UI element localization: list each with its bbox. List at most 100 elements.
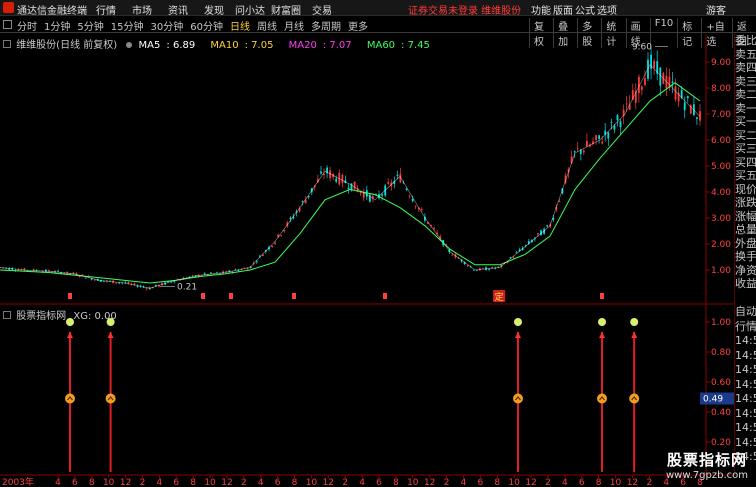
candle-body bbox=[289, 217, 292, 220]
x-tick-label: 8 bbox=[494, 478, 500, 487]
candle-body bbox=[191, 275, 194, 277]
signal-top-dot-icon bbox=[598, 318, 606, 326]
x-tick-label: 8 bbox=[292, 478, 298, 487]
indicator-tick-label: 0.20 bbox=[711, 438, 731, 448]
event-marker bbox=[292, 293, 296, 299]
candle-body bbox=[595, 135, 597, 140]
candle-body bbox=[115, 282, 118, 284]
signal-mid-dot-icon bbox=[629, 393, 640, 404]
candle-body bbox=[381, 194, 383, 196]
signal-arrow-icon bbox=[107, 332, 114, 338]
tick-row-3: 14:50 bbox=[735, 348, 756, 362]
x-tick-label: 6 bbox=[478, 478, 484, 487]
candle-body bbox=[271, 245, 273, 247]
x-tick-label: 6 bbox=[72, 478, 78, 487]
price-tick-label: 2.00 bbox=[711, 240, 731, 250]
quote-row-2: 卖四 bbox=[735, 61, 756, 74]
x-tick-label: 4 bbox=[461, 478, 467, 487]
candle-body bbox=[173, 281, 176, 283]
quote-row-0: 委比 bbox=[735, 34, 756, 47]
x-tick-label: 12 bbox=[525, 478, 536, 487]
quote-row-8: 买三 bbox=[735, 142, 756, 155]
candle-body bbox=[414, 205, 417, 207]
quote-row-11: 现价 bbox=[735, 182, 756, 196]
candle-body bbox=[93, 279, 96, 281]
x-tick-label: 10 bbox=[306, 478, 318, 487]
x-tick-label: 2 bbox=[140, 478, 146, 487]
x-tick-label: 2 bbox=[545, 478, 551, 487]
quote-row-17: 净资 bbox=[735, 263, 756, 277]
candle-body bbox=[341, 175, 344, 184]
tick-row-8: 14:50 bbox=[735, 421, 756, 434]
price-tick-label: 5.00 bbox=[711, 162, 731, 172]
tick-row-4: 14:50 bbox=[735, 363, 756, 376]
signal-top-dot-icon bbox=[106, 318, 115, 326]
candle-body bbox=[683, 102, 686, 111]
x-tick-label: 6 bbox=[275, 478, 281, 487]
x-tick-label: 2 bbox=[241, 478, 247, 487]
indicator-tick-label: 1.00 bbox=[711, 318, 731, 328]
candle-body bbox=[353, 181, 356, 190]
candle-body bbox=[582, 150, 585, 153]
signal-mid-dot-icon bbox=[597, 393, 607, 404]
indicator-tick-label: 0.40 bbox=[711, 408, 731, 418]
ma60-line bbox=[0, 82, 701, 284]
tick-row-2: 14:50 bbox=[735, 334, 756, 347]
candle-body bbox=[476, 270, 478, 271]
quote-row-5: 卖一 bbox=[735, 101, 756, 115]
signal-top-dot-icon bbox=[66, 318, 74, 326]
tick-row-1: 行情 bbox=[735, 319, 756, 333]
signal-top-dot-icon bbox=[514, 318, 522, 326]
candle-body bbox=[396, 174, 399, 176]
chart-canvas[interactable]: 9.00 8.00 7.00 6.00 5.00 4.00 3.00 2.00 1.00 1.0… bbox=[0, 0, 756, 487]
price-axis: 9.00 8.00 7.00 6.00 5.00 4.00 3.00 2.00 1.00 bbox=[706, 58, 731, 276]
candle-body bbox=[610, 121, 613, 123]
signal-arrow-icon bbox=[515, 332, 521, 338]
quote-row-13: 涨幅 bbox=[735, 209, 756, 223]
candle-body bbox=[644, 78, 646, 86]
quote-row-1: 卖五 bbox=[735, 47, 756, 61]
signal-mid-dot-icon bbox=[65, 393, 75, 404]
event-marker bbox=[600, 293, 604, 299]
x-tick-label: 4 bbox=[157, 478, 163, 487]
event-marker bbox=[383, 293, 387, 299]
x-tick-label: 6 bbox=[376, 478, 382, 487]
candle-body bbox=[433, 227, 435, 229]
price-tick-label: 9.00 bbox=[711, 58, 731, 68]
event-marker bbox=[229, 293, 233, 299]
quote-row-12: 涨跌 bbox=[735, 196, 756, 209]
x-tick-label: 12 bbox=[424, 478, 435, 487]
candle-body bbox=[671, 81, 674, 83]
candle-body bbox=[674, 86, 677, 100]
x-axis-start-label: 2003年 bbox=[2, 476, 34, 487]
quote-row-16: 换手 bbox=[735, 250, 756, 263]
price-tick-label: 3.00 bbox=[711, 214, 731, 224]
candle-body bbox=[686, 96, 689, 99]
signal-top-dot-icon bbox=[630, 318, 639, 326]
event-markers: 9.60 0.21 定 bbox=[68, 42, 668, 303]
indicator-current-value: 0.49 bbox=[703, 395, 723, 405]
candle-body bbox=[84, 277, 87, 279]
signal-bars bbox=[65, 318, 640, 472]
x-tick-label: 12 bbox=[120, 478, 131, 487]
candle-body bbox=[387, 182, 390, 184]
high-annotation-label: 9.60 bbox=[632, 42, 652, 52]
candle-body bbox=[607, 132, 610, 139]
candle-body bbox=[601, 141, 604, 144]
event-marker bbox=[201, 293, 205, 299]
event-marker bbox=[68, 293, 72, 299]
x-tick-label: 4 bbox=[562, 478, 568, 487]
candle-body bbox=[659, 67, 662, 86]
candle-body bbox=[203, 273, 206, 275]
price-tick-label: 7.00 bbox=[711, 110, 731, 120]
candle-body bbox=[586, 140, 588, 147]
price-tick-label: 8.00 bbox=[711, 84, 731, 94]
quote-row-18: 收益 bbox=[735, 277, 756, 290]
low-annotation-label: 0.21 bbox=[177, 283, 197, 293]
quote-row-3: 卖三 bbox=[735, 74, 756, 88]
candle-body bbox=[546, 225, 549, 227]
x-tick-label: 2 bbox=[444, 478, 450, 487]
candle-body bbox=[145, 287, 148, 289]
x-tick-label: 4 bbox=[359, 478, 365, 487]
x-tick-label: 8 bbox=[89, 478, 95, 487]
